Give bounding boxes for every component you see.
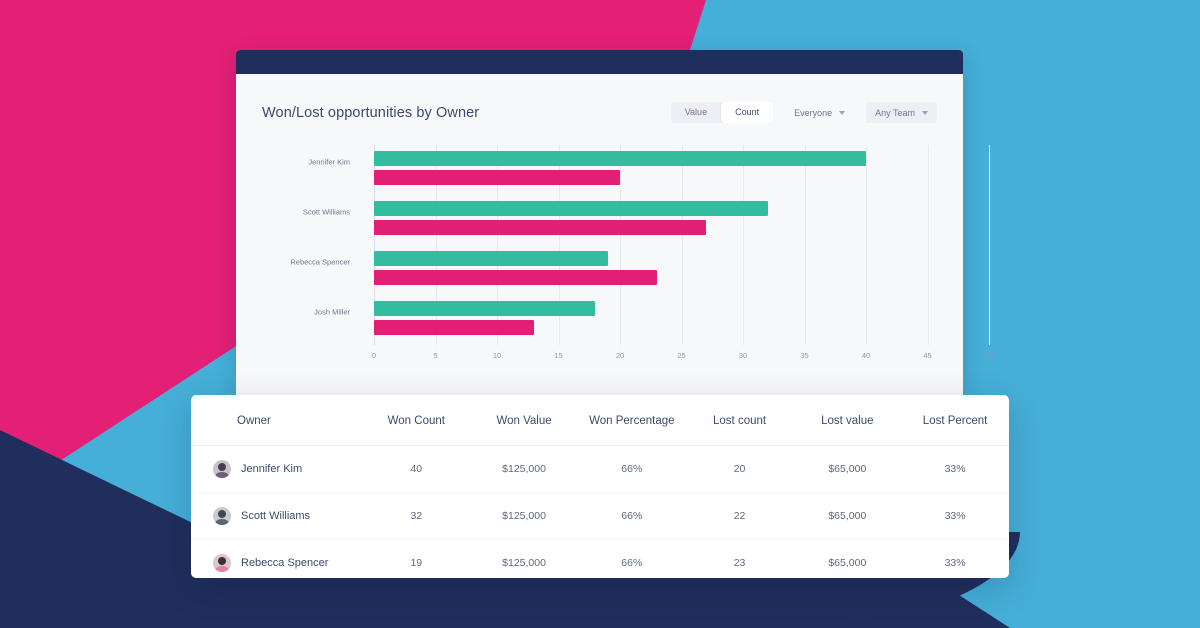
table-header: Owner Won Count Won Value Won Percentage…	[191, 395, 1009, 446]
column-header-lost-count[interactable]: Lost count	[686, 395, 794, 446]
bar-won[interactable]	[374, 151, 866, 166]
cell-won-percentage: 66%	[578, 446, 686, 493]
bar-lost[interactable]	[374, 170, 620, 185]
gridline	[989, 145, 990, 345]
x-axis-tick-label: 40	[862, 351, 870, 360]
bar-lost[interactable]	[374, 270, 657, 285]
team-filter-dropdown[interactable]: Any Team	[866, 102, 937, 123]
panel-header: Won/Lost opportunities by Owner Value Co…	[262, 74, 937, 123]
cell-won-count: 40	[362, 446, 470, 493]
x-axis-tick-label: 5	[433, 351, 437, 360]
team-filter-label: Any Team	[875, 108, 915, 118]
column-header-won-percentage[interactable]: Won Percentage	[578, 395, 686, 446]
panel-body: Won/Lost opportunities by Owner Value Co…	[236, 74, 963, 395]
avatar	[213, 460, 231, 478]
x-axis-tick-label: 0	[372, 351, 376, 360]
cell-owner: Scott Williams	[191, 493, 362, 540]
table-row[interactable]: Scott Williams 32$125,00066%22$65,00033%	[191, 493, 1009, 540]
cell-won-value: $125,000	[470, 493, 578, 540]
cell-lost-count: 20	[686, 446, 794, 493]
x-axis-tick-label: 10	[493, 351, 501, 360]
bar-lost[interactable]	[374, 220, 706, 235]
chart-plot-area	[374, 145, 937, 345]
cell-won-value: $125,000	[470, 446, 578, 493]
toggle-option-count[interactable]: Count	[721, 102, 773, 123]
y-axis-category-label: Josh Miller	[314, 308, 350, 317]
avatar	[213, 507, 231, 525]
avatar	[213, 554, 231, 572]
cell-won-value: $125,000	[470, 540, 578, 579]
cell-lost-percent: 33%	[901, 540, 1009, 579]
chevron-down-icon	[839, 111, 845, 115]
table-header-row: Owner Won Count Won Value Won Percentage…	[191, 395, 1009, 446]
bar-won[interactable]	[374, 201, 768, 216]
chevron-down-icon	[922, 111, 928, 115]
column-header-lost-percent[interactable]: Lost Percent	[901, 395, 1009, 446]
x-axis-tick-label: 20	[616, 351, 624, 360]
x-axis-tick-label: 30	[739, 351, 747, 360]
cell-lost-value: $65,000	[793, 446, 901, 493]
x-axis-tick-label: 35	[800, 351, 808, 360]
table-body: Jennifer Kim40$125,00066%20$65,00033%Sco…	[191, 446, 1009, 579]
owner-filter-label: Everyone	[794, 108, 832, 118]
bar-won[interactable]	[374, 251, 608, 266]
cell-lost-count: 23	[686, 540, 794, 579]
x-axis-tick-label: 15	[554, 351, 562, 360]
screenshot-canvas: Won/Lost opportunities by Owner Value Co…	[0, 0, 1200, 628]
value-count-toggle[interactable]: Value Count	[671, 102, 773, 123]
owner-name: Rebecca Spencer	[241, 557, 328, 569]
cell-lost-value: $65,000	[793, 540, 901, 579]
column-header-owner[interactable]: Owner	[191, 395, 362, 446]
panel-titlebar	[236, 50, 963, 74]
owner-name: Jennifer Kim	[241, 463, 302, 475]
y-axis-category-label: Rebecca Spencer	[290, 258, 350, 267]
chart-x-axis: 05101520253035404550	[374, 345, 937, 367]
cell-lost-percent: 33%	[901, 446, 1009, 493]
column-header-won-count[interactable]: Won Count	[362, 395, 470, 446]
column-header-won-value[interactable]: Won Value	[470, 395, 578, 446]
cell-lost-count: 22	[686, 493, 794, 540]
x-axis-tick-label: 25	[677, 351, 685, 360]
opportunities-table: Owner Won Count Won Value Won Percentage…	[191, 395, 1009, 578]
chart-bars	[374, 145, 937, 345]
bar-lost[interactable]	[374, 320, 534, 335]
dashboard-panel: Won/Lost opportunities by Owner Value Co…	[236, 50, 963, 395]
cell-won-count: 32	[362, 493, 470, 540]
y-axis-category-label: Scott Williams	[303, 208, 350, 217]
table-row[interactable]: Rebecca Spencer 19$125,00066%23$65,00033%	[191, 540, 1009, 579]
cell-won-percentage: 66%	[578, 540, 686, 579]
owner-wrapper: Rebecca Spencer	[213, 554, 362, 572]
chart-controls: Value Count Everyone Any Team	[671, 102, 937, 123]
owner-wrapper: Jennifer Kim	[213, 460, 362, 478]
data-table-card: Owner Won Count Won Value Won Percentage…	[191, 395, 1009, 578]
cell-lost-value: $65,000	[793, 493, 901, 540]
chart-title: Won/Lost opportunities by Owner	[262, 105, 479, 121]
column-header-lost-value[interactable]: Lost value	[793, 395, 901, 446]
owner-wrapper: Scott Williams	[213, 507, 362, 525]
toggle-option-value[interactable]: Value	[671, 102, 721, 123]
cell-lost-percent: 33%	[901, 493, 1009, 540]
cell-owner: Rebecca Spencer	[191, 540, 362, 579]
x-axis-tick-label: 45	[923, 351, 931, 360]
table-row[interactable]: Jennifer Kim 40$125,00066%20$65,00033%	[191, 446, 1009, 493]
cell-won-percentage: 66%	[578, 493, 686, 540]
chart-y-axis-labels: Jennifer Kim Scott Williams Rebecca Spence…	[262, 145, 356, 345]
x-axis-tick-label: 50	[985, 351, 993, 360]
bar-won[interactable]	[374, 301, 595, 316]
cell-owner: Jennifer Kim	[191, 446, 362, 493]
owner-filter-dropdown[interactable]: Everyone	[785, 102, 854, 123]
cell-won-count: 19	[362, 540, 470, 579]
bar-chart: Jennifer Kim Scott Williams Rebecca Spence…	[262, 145, 937, 367]
owner-name: Scott Williams	[241, 510, 310, 522]
y-axis-category-label: Jennifer Kim	[308, 158, 350, 167]
